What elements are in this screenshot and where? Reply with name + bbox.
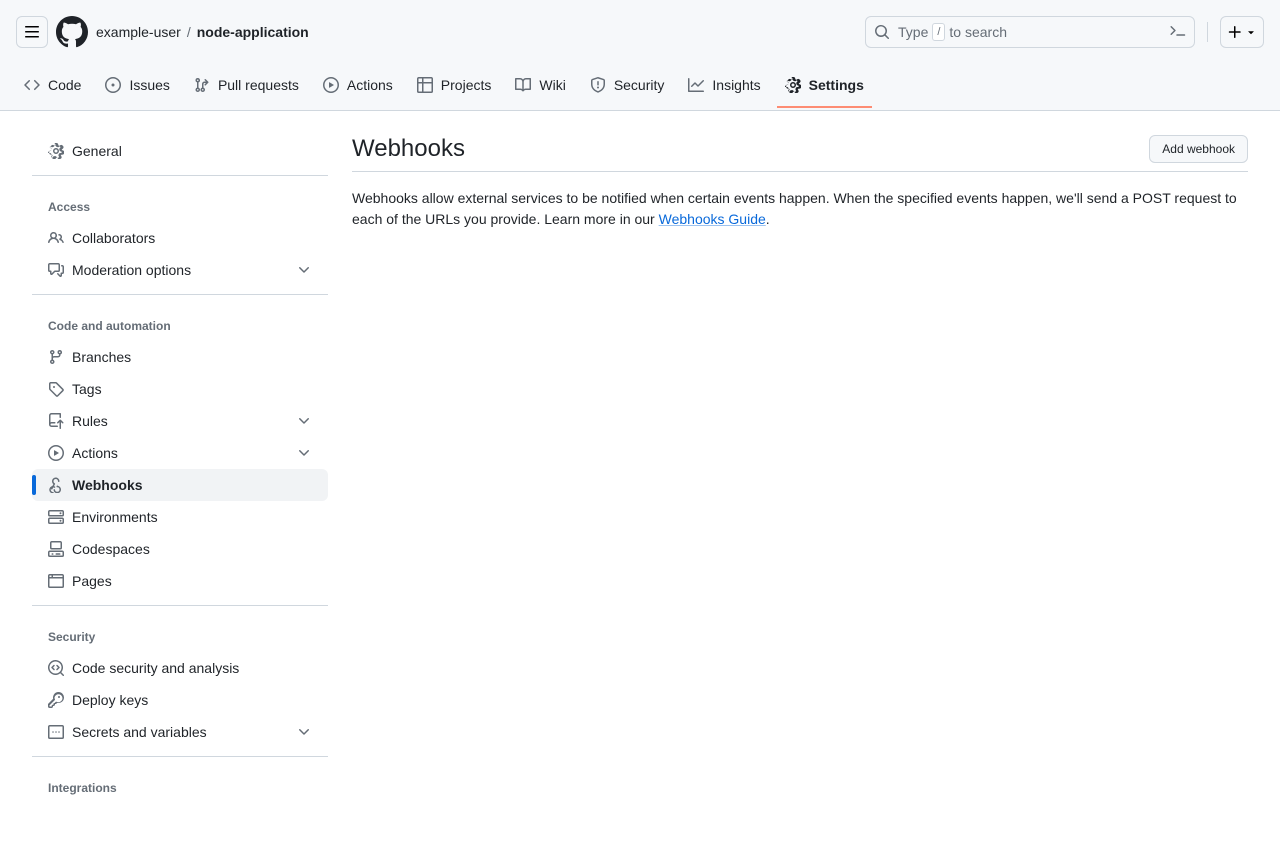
key-asterisk-icon bbox=[48, 724, 64, 740]
slash-key-hint: / bbox=[932, 23, 945, 41]
sidebar-item-general[interactable]: General bbox=[32, 135, 328, 167]
chevron-down-icon bbox=[296, 445, 312, 461]
book-icon bbox=[515, 77, 531, 93]
codescan-icon bbox=[48, 660, 64, 676]
breadcrumb: example-user / node-application bbox=[96, 24, 309, 40]
repo-link[interactable]: node-application bbox=[197, 24, 309, 40]
settings-sidebar: General Access Collaborators Moderation … bbox=[32, 135, 328, 819]
sidebar-heading-code-automation: Code and automation bbox=[32, 303, 328, 341]
search-icon bbox=[874, 24, 890, 40]
tag-icon bbox=[48, 381, 64, 397]
tab-wiki[interactable]: Wiki bbox=[507, 64, 573, 108]
play-icon bbox=[48, 445, 64, 461]
chevron-down-icon bbox=[296, 413, 312, 429]
sidebar-item-branches[interactable]: Branches bbox=[32, 341, 328, 373]
browser-icon bbox=[48, 573, 64, 589]
breadcrumb-separator: / bbox=[187, 24, 191, 40]
search-input[interactable]: Type / to search bbox=[865, 16, 1195, 48]
sidebar-item-collaborators[interactable]: Collaborators bbox=[32, 222, 328, 254]
webhooks-guide-link[interactable]: Webhooks Guide bbox=[659, 211, 766, 227]
hamburger-menu[interactable] bbox=[16, 16, 48, 48]
sidebar-item-deploy-keys[interactable]: Deploy keys bbox=[32, 684, 328, 716]
main-content: Webhooks Add webhook Webhooks allow exte… bbox=[352, 135, 1248, 819]
chevron-down-icon bbox=[296, 262, 312, 278]
page-title: Webhooks bbox=[352, 135, 465, 163]
tab-code[interactable]: Code bbox=[16, 64, 89, 108]
gear-icon bbox=[48, 143, 64, 159]
sidebar-heading-integrations: Integrations bbox=[32, 765, 328, 803]
repo-push-icon bbox=[48, 413, 64, 429]
add-webhook-button[interactable]: Add webhook bbox=[1149, 135, 1248, 163]
codespaces-icon bbox=[48, 541, 64, 557]
shield-icon bbox=[590, 77, 606, 93]
key-icon bbox=[48, 692, 64, 708]
comment-discussion-icon bbox=[48, 262, 64, 278]
sidebar-item-tags[interactable]: Tags bbox=[32, 373, 328, 405]
command-palette-icon[interactable] bbox=[1170, 24, 1186, 40]
git-branch-icon bbox=[48, 349, 64, 365]
create-new-button[interactable] bbox=[1220, 16, 1264, 48]
table-icon bbox=[417, 77, 433, 93]
webhook-icon bbox=[48, 477, 64, 493]
page-description: Webhooks allow external services to be n… bbox=[352, 188, 1248, 230]
tab-security[interactable]: Security bbox=[582, 64, 673, 108]
search-placeholder: Type / to search bbox=[898, 23, 1162, 41]
tab-actions[interactable]: Actions bbox=[315, 64, 401, 108]
gear-icon bbox=[785, 77, 801, 93]
tab-projects[interactable]: Projects bbox=[409, 64, 500, 108]
server-icon bbox=[48, 509, 64, 525]
issues-icon bbox=[105, 77, 121, 93]
sidebar-heading-security: Security bbox=[32, 614, 328, 652]
sidebar-item-environments[interactable]: Environments bbox=[32, 501, 328, 533]
pull-request-icon bbox=[194, 77, 210, 93]
people-icon bbox=[48, 230, 64, 246]
sidebar-item-pages[interactable]: Pages bbox=[32, 565, 328, 597]
tab-pull-requests[interactable]: Pull requests bbox=[186, 64, 307, 108]
tab-settings[interactable]: Settings bbox=[777, 64, 872, 108]
sidebar-item-rules[interactable]: Rules bbox=[32, 405, 328, 437]
sidebar-item-actions[interactable]: Actions bbox=[32, 437, 328, 469]
chevron-down-icon bbox=[296, 724, 312, 740]
sidebar-item-codespaces[interactable]: Codespaces bbox=[32, 533, 328, 565]
sidebar-item-code-security[interactable]: Code security and analysis bbox=[32, 652, 328, 684]
repo-nav: Code Issues Pull requests Actions Projec… bbox=[16, 62, 1264, 110]
tab-issues[interactable]: Issues bbox=[97, 64, 177, 108]
tab-insights[interactable]: Insights bbox=[680, 64, 768, 108]
owner-link[interactable]: example-user bbox=[96, 24, 181, 40]
sidebar-item-webhooks[interactable]: Webhooks bbox=[32, 469, 328, 501]
code-icon bbox=[24, 77, 40, 93]
github-logo-icon[interactable] bbox=[56, 16, 88, 48]
graph-icon bbox=[688, 77, 704, 93]
sidebar-item-secrets[interactable]: Secrets and variables bbox=[32, 716, 328, 748]
sidebar-item-moderation[interactable]: Moderation options bbox=[32, 254, 328, 286]
play-icon bbox=[323, 77, 339, 93]
sidebar-heading-access: Access bbox=[32, 184, 328, 222]
